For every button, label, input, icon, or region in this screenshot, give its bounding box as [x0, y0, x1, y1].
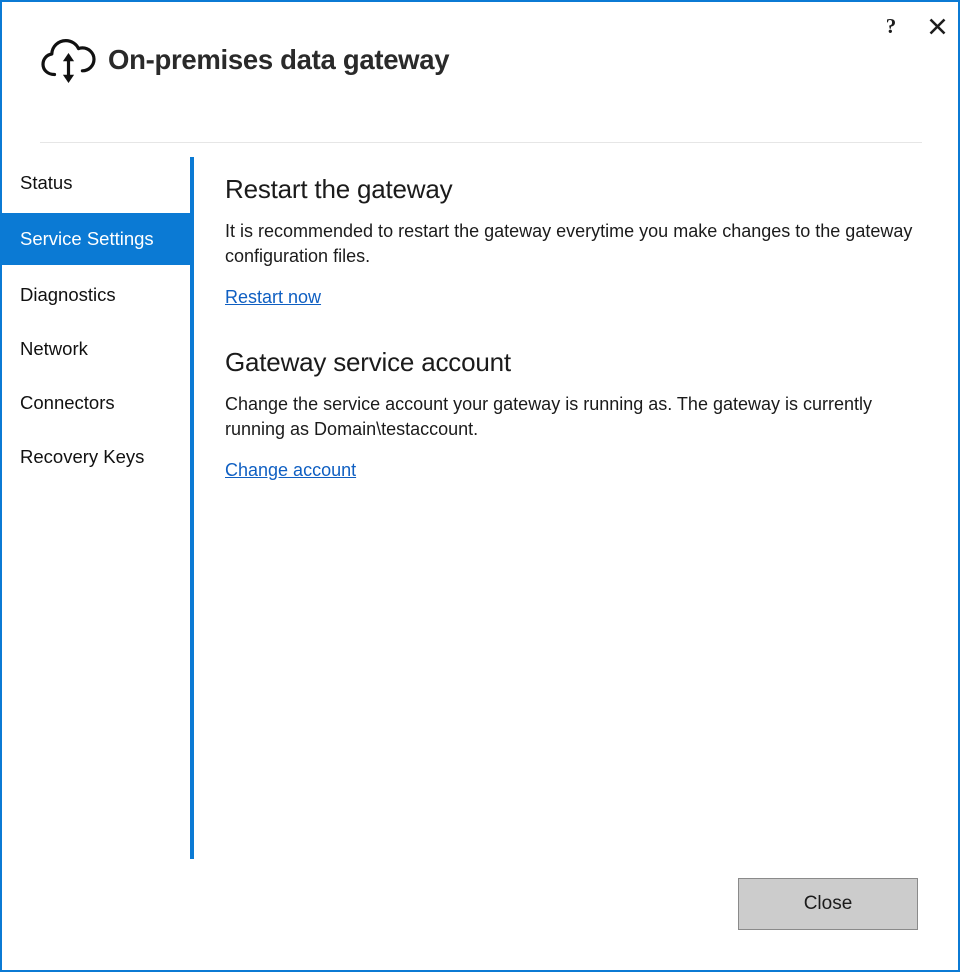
close-button[interactable]: Close	[738, 878, 918, 930]
section-heading: Gateway service account	[225, 347, 511, 377]
sidebar-item-label: Service Settings	[20, 228, 154, 249]
sidebar-accent-divider	[190, 157, 194, 859]
title-bar: On-premises data gateway ?	[2, 2, 958, 138]
close-glyph	[929, 18, 945, 34]
header-divider	[40, 142, 922, 143]
sidebar-item-label: Recovery Keys	[20, 446, 145, 467]
sidebar-item-diagnostics[interactable]: Diagnostics	[2, 269, 190, 321]
change-account-link[interactable]: Change account	[225, 460, 356, 481]
sidebar-item-service-settings[interactable]: Service Settings	[2, 213, 190, 265]
restart-now-link[interactable]: Restart now	[225, 287, 321, 308]
gateway-window: On-premises data gateway ? Status Servic…	[0, 0, 960, 972]
close-icon[interactable]	[920, 10, 954, 42]
help-icon[interactable]: ?	[874, 10, 908, 42]
section-description: It is recommended to restart the gateway…	[225, 221, 913, 266]
section-description: Change the service account your gateway …	[225, 394, 873, 439]
sidebar-nav: Status Service Settings Diagnostics Netw…	[2, 157, 190, 859]
section-restart-gateway: Restart the gateway It is recommended to…	[225, 174, 920, 308]
sidebar-item-label: Diagnostics	[20, 284, 116, 305]
sidebar-item-label: Status	[20, 172, 73, 193]
sidebar-item-network[interactable]: Network	[2, 323, 190, 375]
section-heading: Restart the gateway	[225, 174, 453, 204]
sidebar-item-label: Network	[20, 338, 88, 359]
sidebar-item-status[interactable]: Status	[2, 157, 190, 209]
sidebar-item-label: Connectors	[20, 392, 115, 413]
sidebar-item-connectors[interactable]: Connectors	[2, 377, 190, 429]
section-gateway-service-account: Gateway service account Change the servi…	[225, 347, 920, 481]
page-title: On-premises data gateway	[108, 44, 450, 75]
sidebar-item-recovery-keys[interactable]: Recovery Keys	[2, 431, 190, 483]
cloud-sync-icon	[38, 30, 100, 92]
